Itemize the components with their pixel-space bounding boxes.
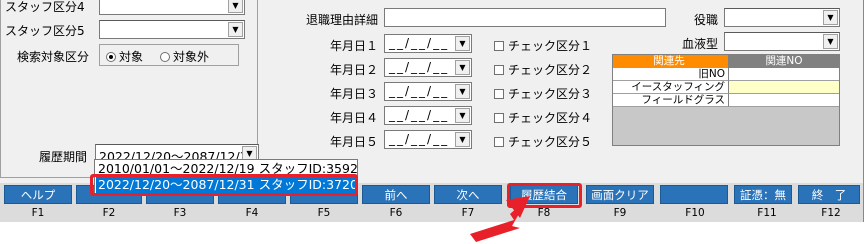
position-select[interactable]: ▼ [724, 8, 840, 27]
related-col1-header: 関連先 [613, 55, 729, 68]
blood-type-label: 血液型 [682, 37, 719, 51]
date4-value: __/__/__ [389, 108, 450, 122]
date1-field[interactable]: __/__/__ ▼ [384, 34, 472, 53]
date3-label: 年月日３ [330, 87, 379, 101]
f9-key-label: F9 [613, 207, 627, 219]
related-row-label: 旧NO [613, 68, 729, 81]
check-category3[interactable]: チェック区分３ [494, 85, 592, 102]
date3-value: __/__/__ [389, 84, 450, 98]
radio-target[interactable]: 対象 [106, 48, 143, 65]
blood-type-select[interactable]: ▼ [724, 32, 840, 51]
check-category4[interactable]: チェック区分４ [494, 109, 592, 126]
check-category3-label: チェック区分３ [508, 87, 593, 101]
chevron-down-icon[interactable]: ▼ [228, 22, 243, 37]
chevron-down-icon[interactable]: ▼ [455, 84, 470, 99]
chevron-down-icon[interactable]: ▼ [823, 10, 838, 25]
checkbox-icon [494, 88, 504, 99]
check-category2[interactable]: チェック区分２ [494, 61, 592, 78]
pointer-arrow-icon [470, 196, 530, 242]
date1-value: __/__/__ [389, 36, 450, 50]
f2-key-label: F2 [102, 207, 116, 219]
related-row-label: イースタッフィング [613, 81, 729, 94]
table-row[interactable]: イースタッフィング [613, 81, 839, 94]
evidence-button[interactable]: 証憑：無 [734, 185, 792, 204]
check-category1[interactable]: チェック区分１ [494, 37, 592, 54]
check-category4-label: チェック区分４ [508, 111, 593, 125]
radio-selected-icon [106, 51, 116, 62]
retire-reason-label: 退職理由詳細 [306, 13, 379, 27]
related-row-value[interactable] [729, 68, 839, 81]
checkbox-icon [494, 40, 504, 51]
check-category2-label: チェック区分２ [508, 63, 593, 77]
staff-category5-label: スタッフ区分5 [5, 24, 85, 38]
checkbox-icon [494, 136, 504, 147]
related-col2-header: 関連NO [729, 55, 839, 68]
date1-label: 年月日１ [330, 39, 379, 53]
checkbox-icon [494, 112, 504, 123]
date3-field[interactable]: __/__/__ ▼ [384, 82, 472, 101]
f11-key-label: F11 [757, 207, 777, 219]
retire-reason-input[interactable] [384, 8, 666, 27]
radio-target-label: 対象 [119, 50, 144, 64]
search-target-label: 検索対象区分 [17, 50, 90, 64]
chevron-down-icon[interactable]: ▼ [228, 0, 243, 13]
staff-category4-select[interactable]: ▼ [99, 0, 245, 15]
position-label: 役職 [694, 13, 719, 27]
check-category5-label: チェック区分５ [508, 135, 593, 149]
previous-button[interactable]: 前へ [362, 185, 430, 204]
related-table-header: 関連先 関連NO [613, 55, 839, 68]
f4-key-label: F4 [245, 207, 259, 219]
f3-key-label: F3 [173, 207, 187, 219]
chevron-down-icon[interactable]: ▼ [455, 108, 470, 123]
staff-category5-select[interactable]: ▼ [99, 20, 245, 39]
related-row-value[interactable] [729, 94, 839, 107]
date2-field[interactable]: __/__/__ ▼ [384, 58, 472, 77]
left-search-panel: スタッフ区分4 ▼ スタッフ区分5 ▼ 検索対象区分 対象 対象外 履歴期間 2… [0, 0, 259, 178]
date4-label: 年月日４ [330, 111, 379, 125]
f10-key-label: F10 [685, 207, 705, 219]
f12-key-label: F12 [821, 207, 841, 219]
date4-field[interactable]: __/__/__ ▼ [384, 106, 472, 125]
exit-button[interactable]: 終 了 [798, 185, 860, 204]
radio-non-target[interactable]: 対象外 [160, 48, 209, 65]
date5-label: 年月日５ [330, 135, 379, 149]
related-row-label: フィールドグラス [613, 94, 729, 107]
check-category1-label: チェック区分１ [508, 39, 593, 53]
table-row[interactable]: 旧NO [613, 68, 839, 81]
date2-label: 年月日２ [330, 63, 379, 77]
related-row-value[interactable] [729, 81, 839, 94]
f5-key-label: F5 [317, 207, 331, 219]
f10-button[interactable] [660, 185, 728, 204]
table-row[interactable]: フィールドグラス [613, 94, 839, 107]
date5-field[interactable]: __/__/__ ▼ [384, 130, 472, 149]
check-category5[interactable]: チェック区分５ [494, 133, 592, 150]
search-target-radio-group: 対象 対象外 [99, 44, 239, 66]
related-table: 関連先 関連NO 旧NO イースタッフィング フィールドグラス [612, 54, 840, 146]
screen-clear-button[interactable]: 画面クリア [586, 185, 654, 204]
f6-key-label: F6 [389, 207, 403, 219]
chevron-down-icon[interactable]: ▼ [455, 132, 470, 147]
chevron-down-icon[interactable]: ▼ [823, 34, 838, 49]
radio-empty-icon [160, 51, 170, 62]
date2-value: __/__/__ [389, 60, 450, 74]
chevron-down-icon[interactable]: ▼ [455, 36, 470, 51]
staff-category4-label: スタッフ区分4 [5, 0, 85, 14]
chevron-down-icon[interactable]: ▼ [455, 60, 470, 75]
help-button[interactable]: ヘルプ [4, 185, 72, 204]
f1-key-label: F1 [31, 207, 45, 219]
date5-value: __/__/__ [389, 132, 450, 146]
highlight-frame-history-option [90, 174, 358, 196]
history-period-label: 履歴期間 [39, 150, 88, 164]
radio-non-target-label: 対象外 [173, 50, 210, 64]
checkbox-icon [494, 64, 504, 75]
